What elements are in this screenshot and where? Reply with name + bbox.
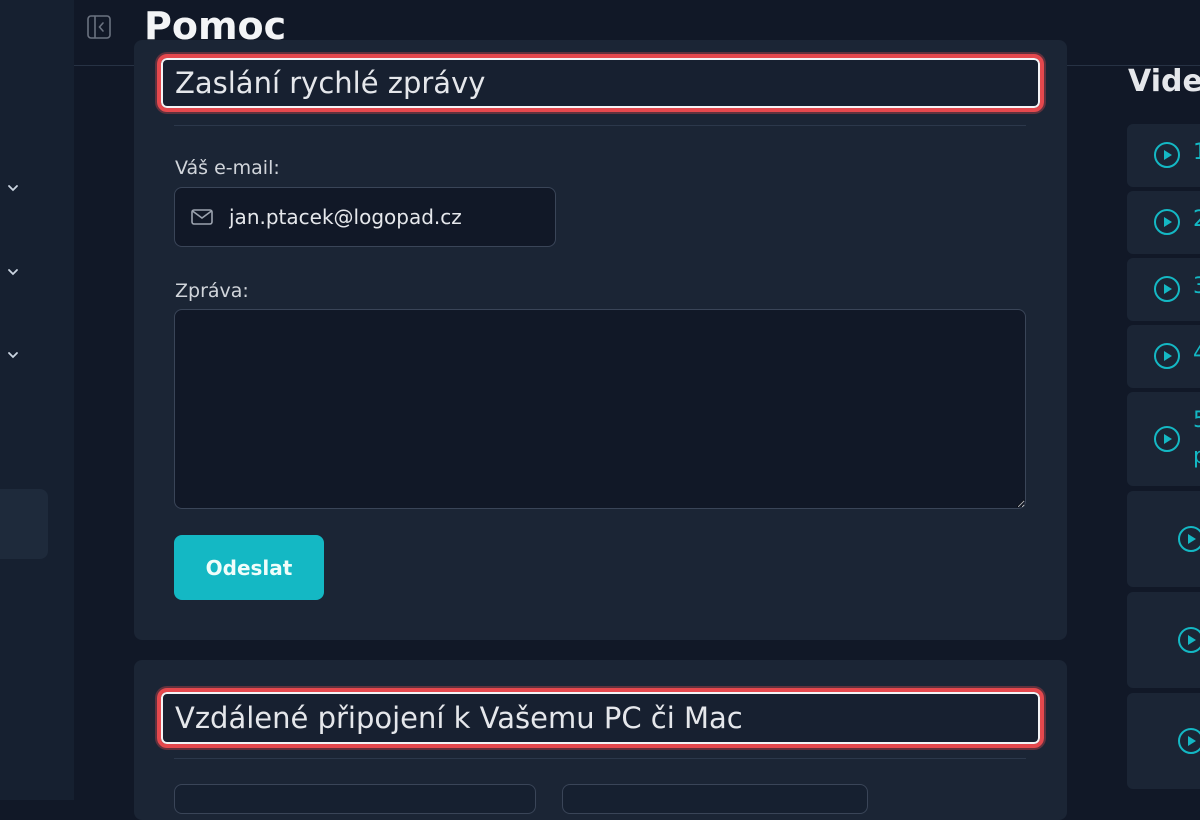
video-item-label: 3 [1193, 274, 1200, 299]
video-item-label-extra: p [1193, 444, 1200, 469]
video-item[interactable]: 5 p [1127, 392, 1200, 486]
video-item[interactable] [1127, 592, 1200, 688]
message-label: Zpráva: [175, 280, 249, 302]
send-button[interactable]: Odeslat [174, 535, 324, 600]
play-icon [1154, 276, 1180, 302]
email-input[interactable] [227, 204, 547, 230]
video-item-label: 5 [1193, 408, 1200, 433]
chevron-down-icon[interactable] [6, 348, 20, 362]
video-item[interactable] [1127, 693, 1200, 789]
chevron-down-icon[interactable] [6, 265, 20, 279]
divider [174, 758, 1026, 759]
video-item-label: 2 [1193, 207, 1200, 232]
play-icon [1178, 728, 1200, 754]
quick-message-title: Zaslání rychlé zprávy [157, 54, 1044, 112]
play-icon [1154, 426, 1180, 452]
videos-title: Video [1128, 64, 1200, 99]
remote-option-button[interactable] [562, 784, 868, 814]
play-icon [1178, 627, 1200, 653]
remote-option-button[interactable] [174, 784, 536, 814]
video-item-label: 1 [1193, 140, 1200, 165]
video-item[interactable]: 4 [1127, 325, 1200, 388]
sidebar-collapse-icon[interactable] [86, 14, 112, 40]
email-label: Váš e-mail: [175, 157, 280, 179]
play-icon [1154, 343, 1180, 369]
remote-connection-title: Vzdálené připojení k Vašemu PC či Mac [157, 688, 1044, 748]
video-item[interactable]: 2 [1127, 191, 1200, 254]
mail-icon [191, 209, 213, 225]
play-icon [1178, 526, 1200, 552]
sidebar [0, 0, 74, 800]
video-item-label: 4 [1193, 341, 1200, 366]
divider [174, 125, 1026, 126]
chevron-down-icon[interactable] [6, 181, 20, 195]
video-item[interactable] [1127, 491, 1200, 587]
play-icon [1154, 209, 1180, 235]
play-icon [1154, 142, 1180, 168]
message-textarea[interactable] [174, 309, 1026, 509]
video-item[interactable]: 3 [1127, 258, 1200, 321]
email-field[interactable] [174, 187, 556, 247]
video-item[interactable]: 1 [1127, 124, 1200, 187]
sidebar-item-active[interactable] [0, 489, 48, 559]
